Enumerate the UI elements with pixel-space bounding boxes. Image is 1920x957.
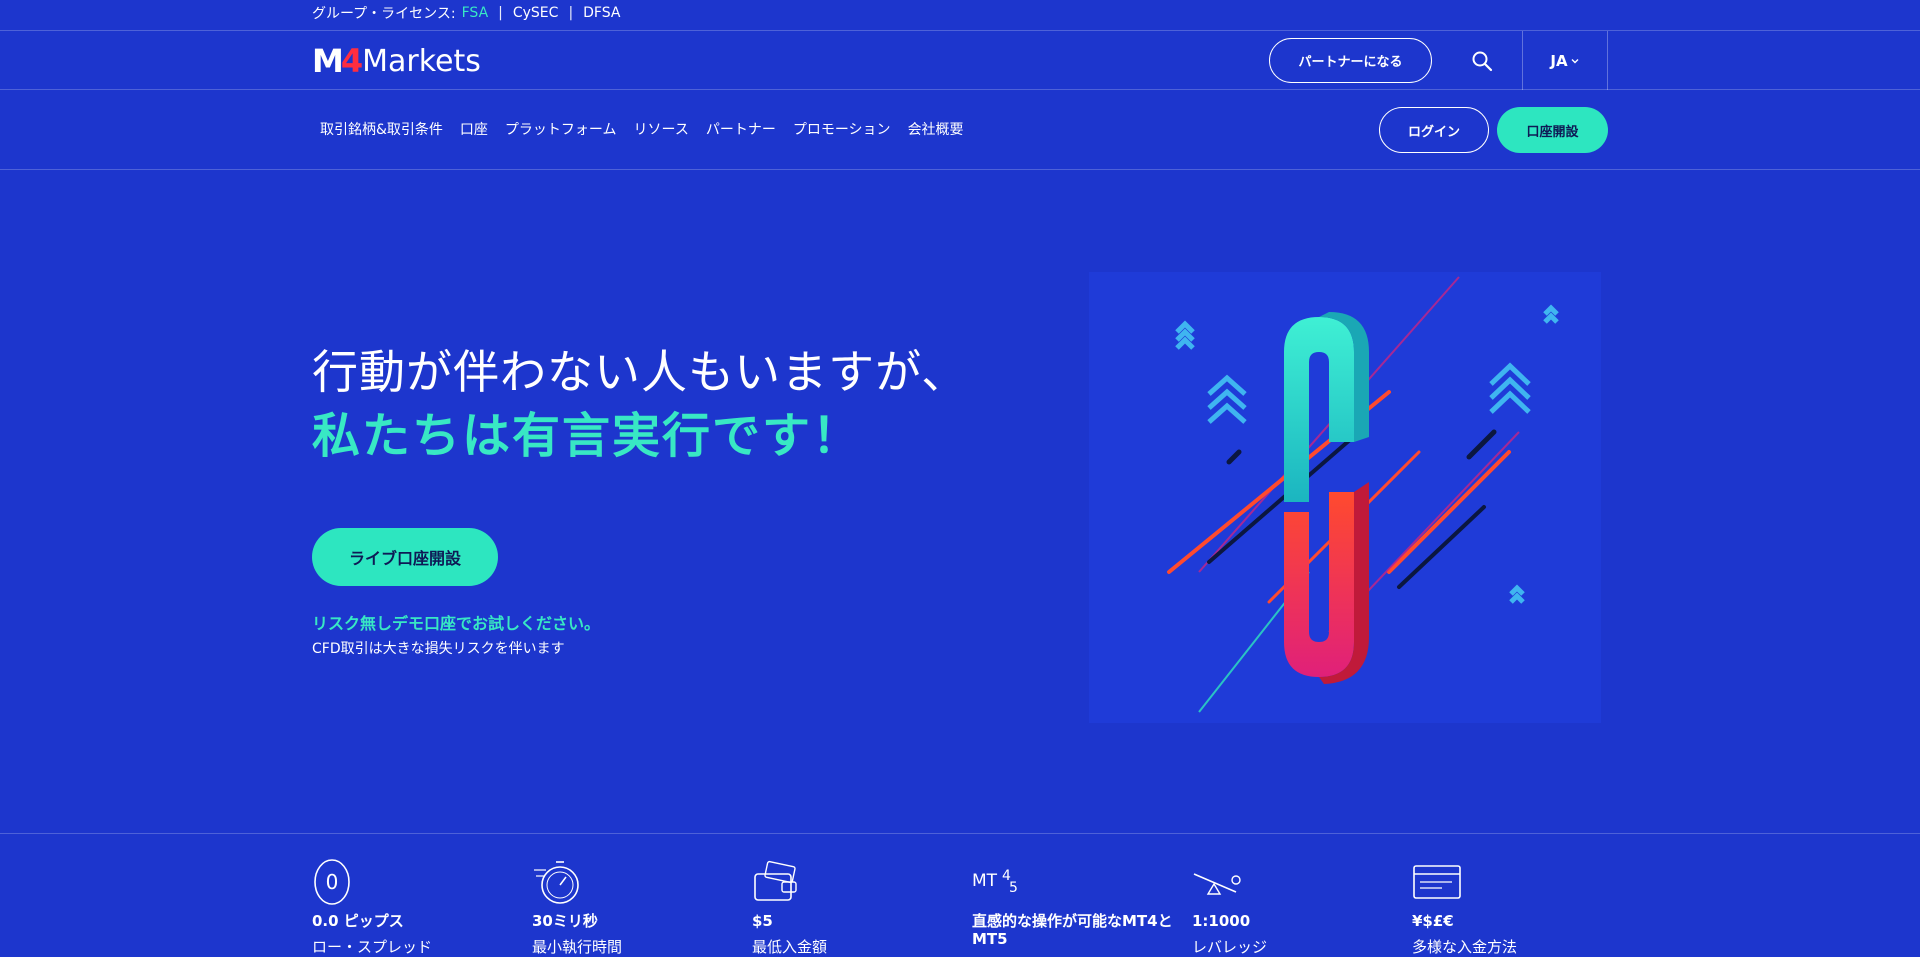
feature-platforms: MT 4 5 直感的な操作が可能なMT4とMT5: [972, 858, 1173, 948]
login-button[interactable]: ログイン: [1379, 107, 1489, 153]
feature-desc: 多様な入金方法: [1412, 938, 1518, 956]
logo-mark-4: 4: [340, 42, 363, 80]
mt45-icon: MT 4 5: [972, 858, 1172, 908]
feature-desc: 最小執行時間: [532, 938, 623, 956]
svg-text:MT: MT: [972, 871, 998, 891]
zero-icon: 0: [312, 858, 512, 908]
feature-desc: 最低入金額: [752, 938, 828, 956]
risk-warning: CFD取引は大きな損失リスクを伴います: [312, 641, 565, 657]
license-prefix: グループ・ライセンス:: [312, 6, 456, 22]
stopwatch-icon: [532, 858, 732, 908]
feature-value: $5: [752, 912, 773, 930]
hero-illustration: [1089, 272, 1601, 723]
card-icon: [1412, 858, 1612, 908]
feature-value: 1:1000: [1192, 912, 1251, 930]
main-nav: 取引銘柄&取引条件 口座 プラットフォーム リソース パートナー プロモーション…: [0, 91, 1920, 170]
chevron-down-icon: [1571, 58, 1579, 63]
license-separator: |: [498, 5, 503, 21]
logo-mark: M4: [312, 42, 363, 80]
open-account-button[interactable]: 口座開設: [1497, 107, 1608, 153]
feature-payment-methods: ¥$£€ 多様な入金方法: [1412, 858, 1612, 957]
feature-spread: 0 0.0 ピップス ロー・スプレッド: [312, 858, 512, 957]
open-live-account-button[interactable]: ライブ口座開設: [312, 528, 498, 586]
nav-item-accounts[interactable]: 口座: [460, 119, 488, 139]
hero-title-line2: 私たちは有言実行です！: [312, 408, 863, 464]
license-separator: |: [568, 5, 574, 21]
language-selector[interactable]: JA: [1522, 31, 1608, 90]
feature-desc: ロー・スプレッド: [312, 938, 433, 956]
nav-item-promotions[interactable]: プロモーション: [793, 119, 891, 139]
nav-item-resources[interactable]: リソース: [634, 119, 689, 139]
nav-item-instruments[interactable]: 取引銘柄&取引条件: [320, 119, 443, 139]
nav-item-company[interactable]: 会社概要: [908, 119, 964, 139]
feature-leverage: 1:1000 レバレッジ: [1192, 858, 1392, 957]
wallet-icon: [752, 858, 952, 908]
logo-mark-m: M: [312, 42, 344, 80]
demo-account-link[interactable]: リスク無しデモ口座でお試しください。: [312, 610, 600, 634]
language-label: JA: [1550, 51, 1568, 70]
nav-item-platforms[interactable]: プラットフォーム: [505, 119, 617, 139]
license-bar: グループ・ライセンス: FSA | CySEC | DFSA: [0, 0, 1920, 31]
hero-title-line1: 行動が伴わない人もいますが、: [312, 345, 969, 399]
logo[interactable]: M4 Markets: [312, 42, 481, 80]
svg-text:0: 0: [326, 870, 339, 894]
license-cysec-link[interactable]: CySEC: [513, 5, 559, 21]
feature-deposit: $5 最低入金額: [752, 858, 952, 957]
seesaw-icon: [1192, 858, 1392, 908]
nav-item-partners[interactable]: パートナー: [706, 119, 776, 139]
site-header: M4 Markets パートナーになる JA: [0, 31, 1920, 90]
feature-value: 0.0 ピップス: [312, 912, 404, 930]
search-icon[interactable]: [1470, 49, 1494, 73]
features-strip: 0 0.0 ピップス ロー・スプレッド 30ミリ秒 最小執行時間 $5 最低入金…: [0, 833, 1920, 957]
logo-word: Markets: [362, 43, 481, 79]
svg-text:5: 5: [1009, 880, 1018, 896]
become-partner-button[interactable]: パートナーになる: [1269, 38, 1432, 83]
feature-value: ¥$£€: [1412, 912, 1454, 930]
license-fsa-link[interactable]: FSA: [462, 5, 489, 21]
feature-value: 30ミリ秒: [532, 912, 598, 930]
feature-value: 直感的な操作が可能なMT4とMT5: [972, 912, 1173, 948]
license-dfsa-link[interactable]: DFSA: [583, 5, 620, 21]
feature-desc: レバレッジ: [1192, 938, 1268, 956]
feature-execution: 30ミリ秒 最小執行時間: [532, 858, 732, 957]
